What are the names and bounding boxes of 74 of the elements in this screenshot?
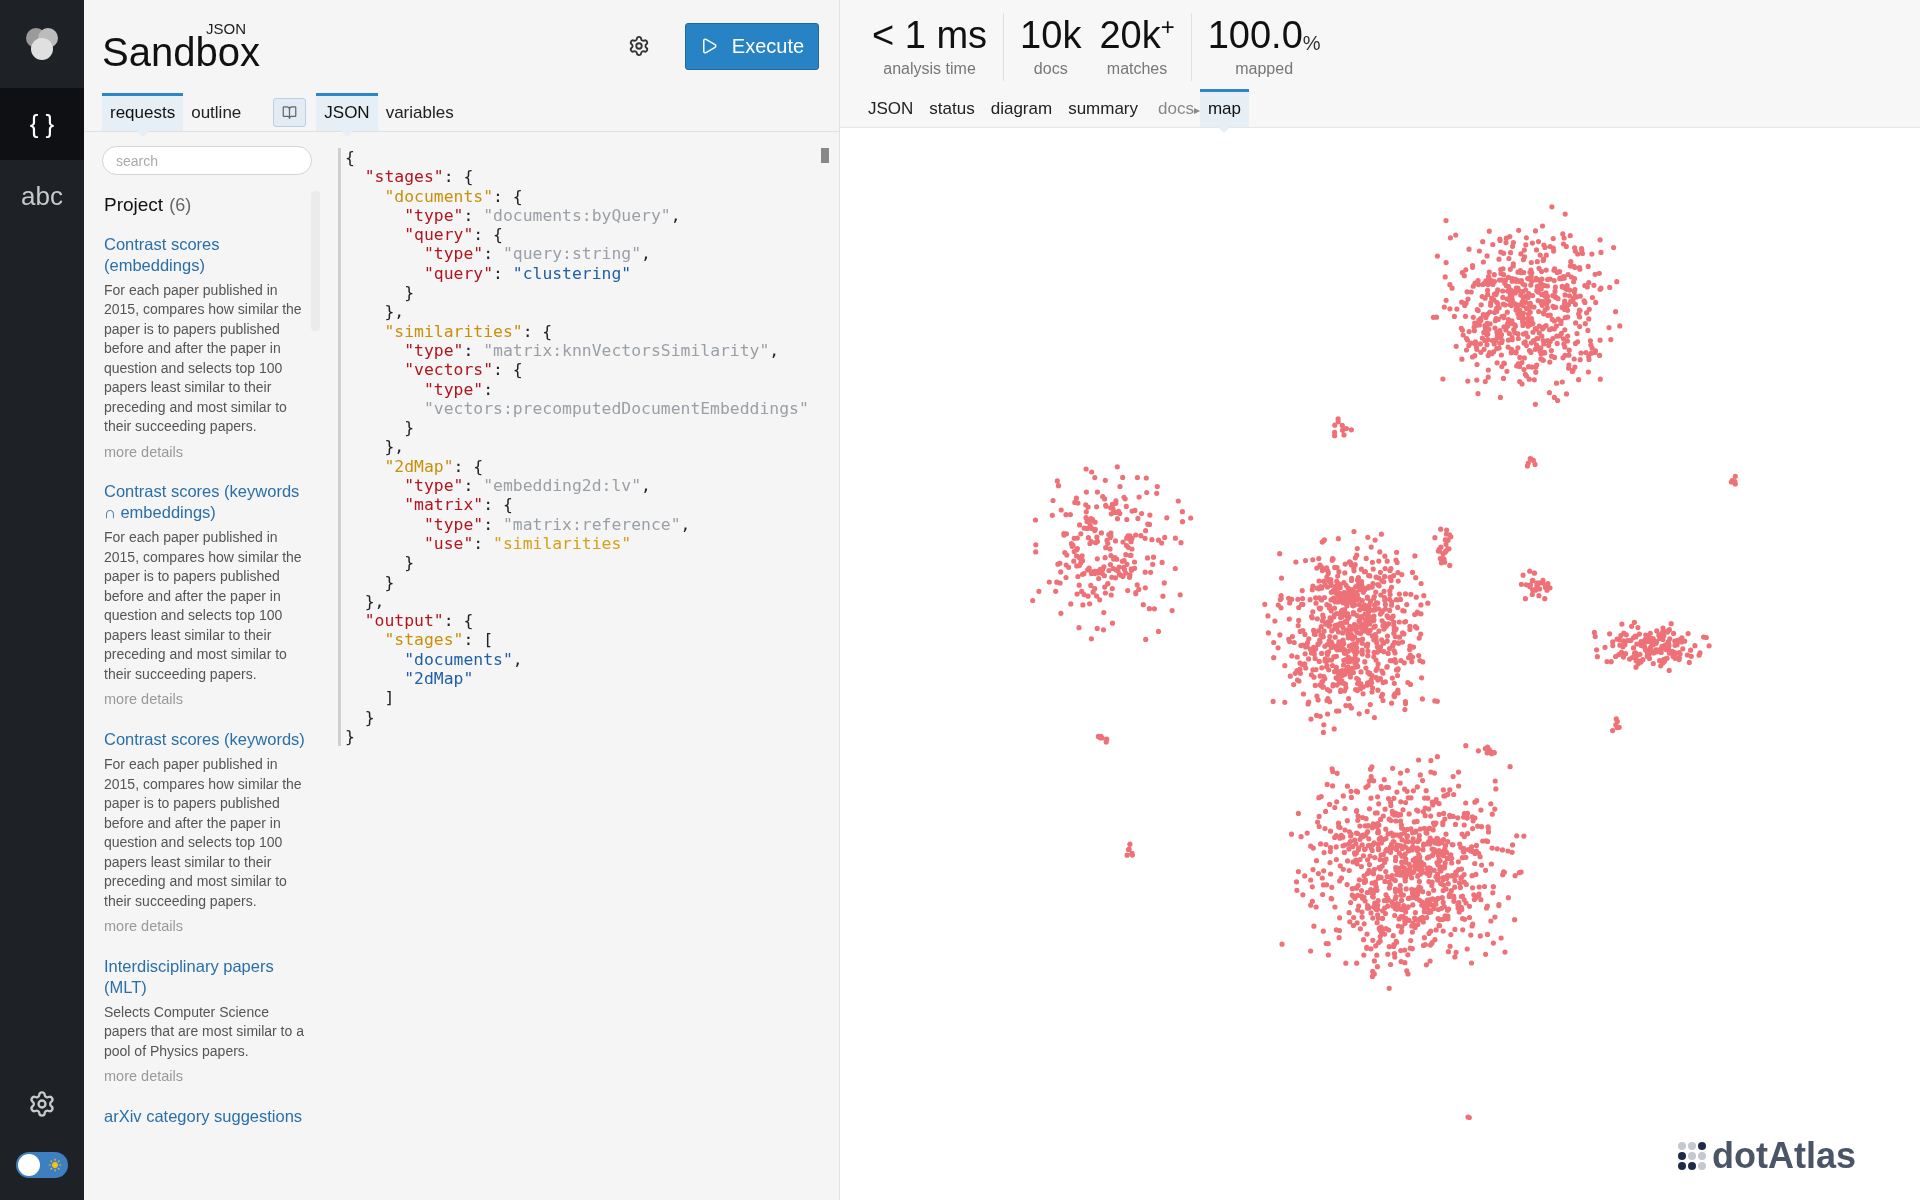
nav-item[interactable]: abc — [0, 160, 84, 232]
code-line: "output": { — [363, 611, 474, 631]
request-description: For each paper published in 2015, compares how similar the paper is to papers published before and after the paper in question and selects top 100 papers least similar to their preceding and most similar to their succeeding papers. — [104, 755, 303, 911]
tab[interactable]: status — [921, 88, 983, 127]
brand-logo: dotAtlas — [1712, 1138, 1856, 1174]
request-title[interactable]: arXiv category suggestions — [104, 1106, 308, 1127]
stat-value: 20k — [1099, 13, 1161, 57]
book-icon — [282, 105, 298, 120]
tab[interactable]: summary — [1060, 88, 1147, 127]
code-line: "2dMap" — [403, 669, 474, 689]
request-description: For each paper published in 2015, compares how similar the paper is to papers published before and after the paper in question and selects top 100 papers least similar to their preceding and most similar to their succeeding papers. — [104, 528, 303, 684]
code-line: "type": "matrix:knnVectorsSimilarity", — [403, 340, 780, 361]
code-line: } — [403, 418, 415, 438]
code-line: "stages": [ — [383, 630, 494, 650]
code-line: "type": "matrix:reference", — [422, 514, 691, 534]
code-line: "similarities": { — [383, 321, 553, 341]
search-field[interactable]: search — [102, 146, 312, 175]
stat-unit: % — [1302, 33, 1321, 53]
code-line: "type": — [422, 379, 494, 399]
code-line: "type": "query:string", — [422, 244, 651, 264]
code-line: ] — [383, 688, 395, 708]
stat-value: < 1 ms — [872, 13, 988, 57]
code-line: "2dMap": { — [383, 456, 484, 477]
code-line: }, — [363, 591, 385, 612]
request-title[interactable]: Interdisciplinary papers (MLT) — [104, 955, 308, 998]
request-description: For each paper published in 2015, compares how similar the paper is to papers published before and after the paper in question and selects top 100 papers least similar to their preceding and most similar to their succeeding papers. — [104, 280, 303, 436]
section-count: (6) — [169, 194, 192, 217]
code-line: } — [403, 283, 415, 303]
section-title: Project — [104, 193, 164, 217]
code-line: "type": "embedding2d:lv", — [403, 476, 651, 496]
code-line: "query": "clustering" — [422, 263, 632, 284]
code-line: }, — [383, 437, 405, 457]
breadcrumb-separator: ▸ — [1193, 103, 1200, 119]
code-line: "query": { — [403, 225, 503, 245]
code-line: } — [383, 572, 395, 592]
tab[interactable]: outline — [183, 92, 250, 131]
stat-value: 100.0 — [1207, 13, 1303, 57]
request-description: Selects Computer Science papers that are most similar to a pool of Physics papers. — [104, 1002, 305, 1061]
nav-item[interactable]: { } — [0, 88, 84, 160]
brand-dots-icon — [1678, 1142, 1706, 1170]
request-title[interactable]: Contrast scores (embeddings) — [104, 233, 308, 276]
code-line: { — [345, 148, 355, 168]
tab-pointer-icon — [1218, 127, 1231, 133]
execute-button[interactable]: Execute — [685, 22, 819, 70]
stat-label: docs — [1033, 59, 1068, 79]
code-line: "type": "documents:byQuery", — [403, 205, 681, 226]
request-title[interactable]: Contrast scores (keywords ∩ embeddings) — [104, 481, 308, 524]
settings-icon[interactable] — [628, 35, 650, 57]
stat-label: mapped — [1235, 59, 1294, 79]
stat-value: 10k — [1020, 13, 1082, 57]
code-line: "use": "similarities" — [422, 533, 632, 554]
theme-toggle[interactable] — [16, 1152, 68, 1178]
stat-label: analysis time — [883, 59, 976, 79]
sun-icon — [48, 1158, 62, 1172]
tab[interactable]: diagram — [982, 88, 1061, 127]
settings-icon[interactable] — [28, 1090, 56, 1118]
editor-scrollbar[interactable] — [821, 148, 829, 163]
stat-label: matches — [1106, 59, 1168, 79]
stat-unit: + — [1160, 15, 1175, 39]
code-line: "matrix": { — [403, 495, 513, 515]
tab[interactable]: JSON — [860, 88, 922, 127]
request-title[interactable]: Contrast scores (keywords) — [104, 729, 308, 750]
book-button[interactable] — [273, 98, 307, 127]
code-line: "vectors:precomputedDocumentEmbeddings" — [422, 398, 809, 419]
tab[interactable]: variables — [377, 92, 462, 131]
code-line: }, — [383, 302, 405, 322]
code-line: "documents": { — [383, 186, 523, 206]
code-line: "documents", — [403, 649, 523, 669]
app-subtitle: JSON — [206, 19, 246, 37]
code-line: "stages": { — [363, 167, 474, 187]
code-line: "vectors": { — [403, 360, 523, 380]
code-line: } — [363, 707, 375, 727]
code-line: } — [345, 726, 355, 747]
code-line: } — [403, 553, 415, 573]
